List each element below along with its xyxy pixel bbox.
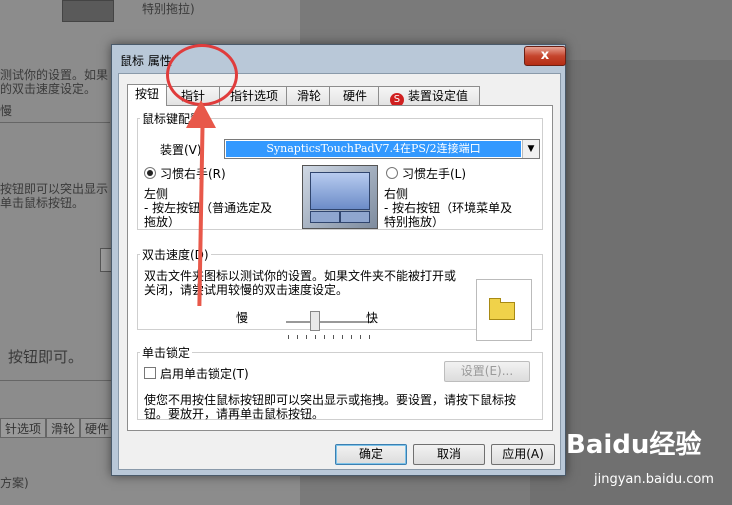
button-config-group: 鼠标键配置 装置(V) SynapticsTouchPadV7.4在PS/2连接… (137, 110, 543, 230)
cancel-button[interactable]: 取消 (413, 444, 485, 465)
tab-label: 装置设定值 (407, 89, 468, 103)
background-slider-line (0, 122, 110, 123)
tab-wheel[interactable]: 滑轮 (286, 86, 332, 105)
watermark-brand: Baidu经验 (566, 430, 702, 460)
tab-label: 指针选项 (229, 89, 278, 103)
device-label: 装置(V) (160, 143, 202, 157)
dialog-client-area: 按钮 指针 指针选项 滑轮 硬件 S 装置设定值 鼠标键配置 装置(V) Syn… (118, 73, 561, 470)
ok-button-label: 确定 (358, 447, 383, 461)
tab-label: 硬件 (342, 89, 367, 103)
speed-slider-track[interactable] (286, 321, 374, 324)
background-text: 方案) (0, 476, 29, 490)
touchpad-left-button (310, 211, 340, 223)
background-text: 按钮即可。 (8, 348, 84, 366)
left-handed-option[interactable]: 习惯左手(L) (386, 165, 466, 182)
click-lock-legend: 单击锁定 (142, 346, 191, 360)
dialog-title: 鼠标 属性 (120, 54, 172, 68)
device-select-value: SynapticsTouchPadV7.4在PS/2连接端口 (226, 141, 521, 157)
apply-button-label: 应用(A) (502, 447, 544, 461)
watermark-url: jingyan.baidu.com (594, 472, 714, 487)
test-folder-area[interactable] (476, 279, 532, 341)
background-text: 单击鼠标按钮。 (0, 196, 85, 210)
settings-button-label: 设置(E)... (460, 364, 514, 378)
tab-hardware[interactable]: 硬件 (329, 86, 381, 105)
tab-buttons[interactable]: 按钮 (127, 84, 167, 106)
background-tab: 针选项 (0, 418, 47, 438)
device-select[interactable]: SynapticsTouchPadV7.4在PS/2连接端口 ▼ (224, 139, 540, 159)
checkbox-icon[interactable] (144, 367, 156, 379)
background-thumbnail (62, 0, 114, 22)
background-tabs: 针选项 滑轮 硬件 (0, 418, 115, 438)
left-side-desc: 拖放） (144, 215, 181, 229)
buttons-tab-page: 鼠标键配置 装置(V) SynapticsTouchPadV7.4在PS/2连接… (127, 105, 553, 431)
fast-label: 快 (366, 311, 379, 325)
cancel-button-label: 取消 (436, 447, 461, 461)
highlight-circle (166, 44, 238, 106)
touchpad-image (302, 165, 378, 229)
radio-unselected-icon[interactable] (386, 167, 398, 179)
double-click-desc: 关闭，请尝试用较慢的双击速度设定。 (144, 283, 349, 297)
close-button[interactable]: x (524, 46, 566, 66)
click-lock-desc: 钮。要放开，请再单击鼠标按钮。 (144, 407, 325, 421)
folder-icon[interactable] (489, 298, 515, 320)
close-icon: x (540, 48, 550, 63)
background-text: 特别拖拉) (142, 2, 195, 16)
radio-selected-icon[interactable] (144, 167, 156, 179)
background-tab: 滑轮 (46, 418, 81, 438)
touchpad-right-button (340, 211, 370, 223)
left-handed-label: 习惯左手(L) (402, 167, 467, 181)
click-lock-group: 单击锁定 启用单击锁定(T) 设置(E)... 使您不用按住鼠标按钮即可以突出显… (137, 344, 543, 421)
tab-device-settings[interactable]: S 装置设定值 (378, 86, 480, 107)
click-lock-settings-button[interactable]: 设置(E)... (444, 361, 530, 382)
click-lock-option[interactable]: 启用单击锁定(T) (144, 365, 249, 382)
tab-label: 滑轮 (296, 89, 321, 103)
background-text: 慢 (0, 104, 13, 118)
background-tab: 硬件 (80, 418, 115, 438)
touchpad-surface (310, 172, 370, 210)
mouse-properties-dialog: 鼠标 属性 x 按钮 指针 指针选项 滑轮 硬件 S 装置设定值 鼠标键配置 装… (111, 44, 566, 476)
right-handed-option[interactable]: 习惯右手(R) (144, 165, 226, 182)
right-handed-label: 习惯右手(R) (160, 167, 226, 181)
slow-label: 慢 (236, 311, 249, 325)
baidu-watermark: Baidu经验 (566, 424, 701, 461)
apply-button[interactable]: 应用(A) (491, 444, 555, 465)
tab-label: 按钮 (134, 87, 159, 101)
background-text: 的双击速度设定。 (0, 82, 97, 96)
ok-button[interactable]: 确定 (335, 444, 407, 465)
click-lock-label: 启用单击锁定(T) (160, 367, 249, 381)
speed-slider-ticks (288, 335, 372, 339)
right-side-desc: 特别拖放） (384, 215, 445, 229)
dropdown-arrow-icon[interactable]: ▼ (522, 140, 539, 158)
speed-slider-thumb[interactable] (310, 311, 320, 331)
